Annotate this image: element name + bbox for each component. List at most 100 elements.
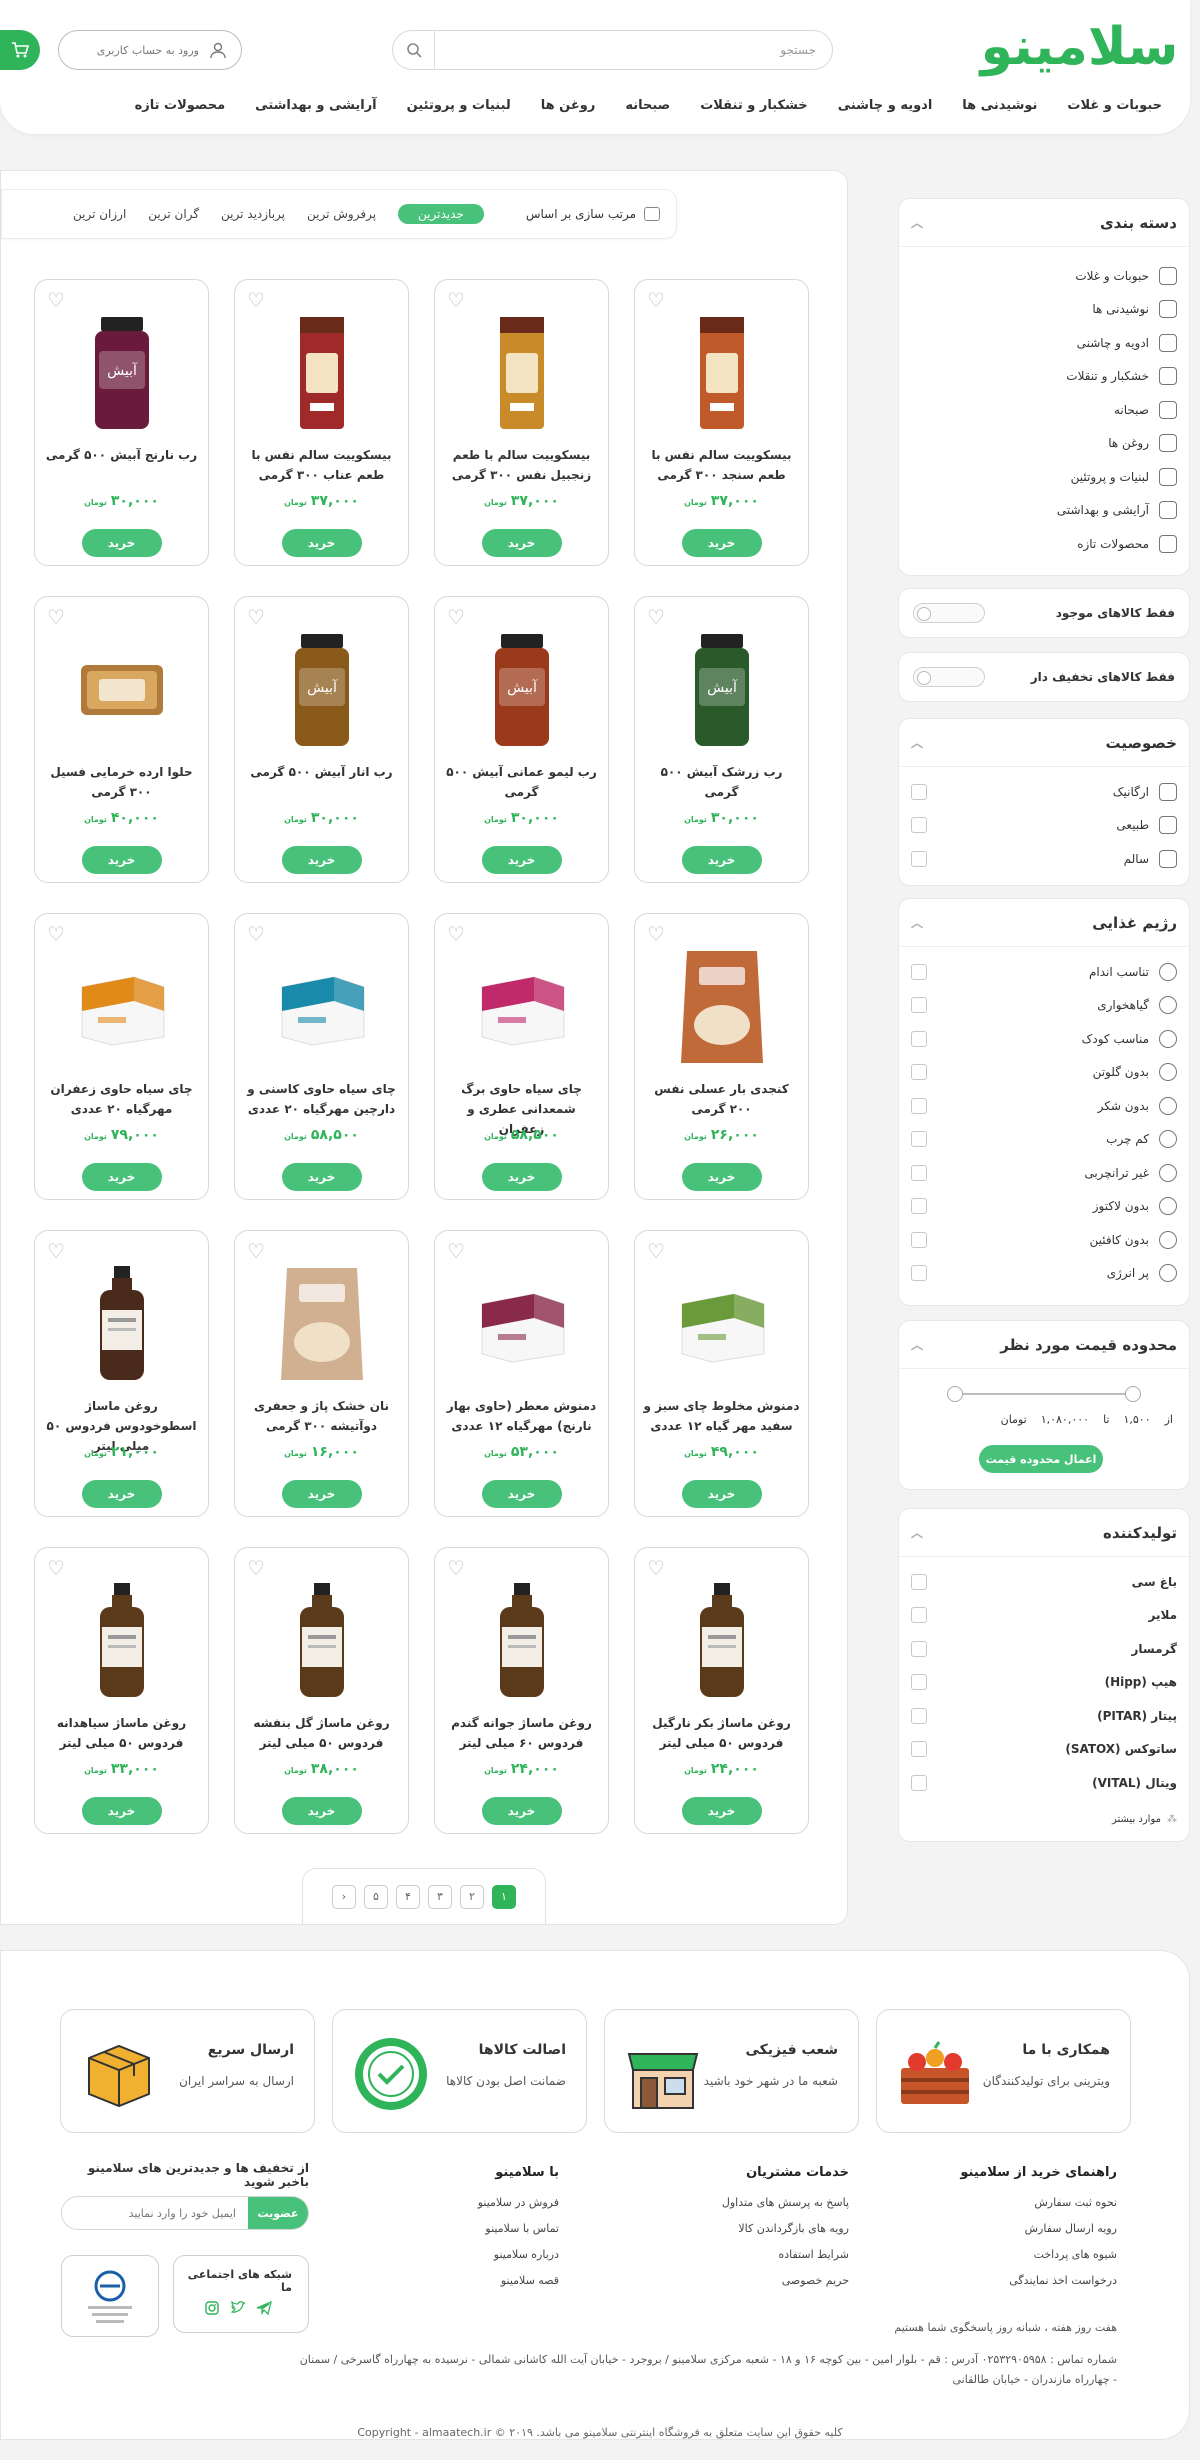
product-image-wrap[interactable]	[72, 944, 172, 1069]
category-item[interactable]: صبحانه	[899, 393, 1189, 427]
product-image-wrap[interactable]: آبیش	[72, 310, 172, 435]
category-item[interactable]: خشکبار و تنقلات	[899, 360, 1189, 394]
twitter-icon[interactable]	[230, 2300, 246, 2316]
product-card[interactable]: ♡ حلوا ارده خرمایی فسیل ۳۰۰ گرمی ۴۰,۰۰۰توم…	[34, 596, 209, 883]
footer-link[interactable]: شیوه های پرداخت	[937, 2242, 1117, 2268]
heart-icon[interactable]: ♡	[647, 922, 665, 946]
product-card[interactable]: ♡ روغن ماساژ جوانه گندم فردوس ۶۰ میلی لیت…	[434, 1547, 609, 1834]
checkbox[interactable]	[911, 1607, 927, 1624]
next-page-button[interactable]: ‹	[332, 1884, 356, 1909]
product-card[interactable]: ♡ روغن ماساژ سیاهدانه فردوس ۵۰ میلی لیتر ۳…	[34, 1547, 209, 1834]
product-name[interactable]: روغن ماساژ سیاهدانه فردوس ۵۰ میلی لیتر	[43, 1713, 200, 1753]
footer-link[interactable]: رویه ارسال سفارش	[937, 2216, 1117, 2242]
checkbox[interactable]	[911, 1131, 927, 1148]
page-button[interactable]: ۳	[428, 1884, 452, 1909]
footer-link[interactable]: قصه سلامینو	[379, 2268, 559, 2294]
product-image-wrap[interactable]	[272, 1578, 372, 1703]
product-card[interactable]: ♡ دمنوش معطر (حاوی بهار نارنج) مهرگیاه ۱۲…	[434, 1230, 609, 1517]
checkbox[interactable]	[911, 1030, 927, 1047]
heart-icon[interactable]: ♡	[447, 605, 465, 629]
producer-option[interactable]: هیپ (Hipp)	[899, 1666, 1189, 1700]
heart-icon[interactable]: ♡	[447, 1239, 465, 1263]
heart-icon[interactable]: ♡	[447, 288, 465, 312]
feature-partner[interactable]: همکاری با ما ویترینی برای تولیدکنندگان	[876, 2009, 1131, 2133]
sort-bestselling[interactable]: پرفروش ترین	[307, 207, 376, 221]
search-box[interactable]	[392, 30, 833, 70]
heart-icon[interactable]: ♡	[47, 922, 65, 946]
product-name[interactable]: رب انار آبیش ۵۰۰ گرمی	[243, 762, 400, 782]
buy-button[interactable]: خرید	[281, 1797, 362, 1825]
product-card[interactable]: ♡ روغن ماساژ گل بنفشه فردوس ۵۰ میلی لیتر ۳…	[234, 1547, 409, 1834]
buy-button[interactable]: خرید	[481, 1797, 562, 1825]
product-name[interactable]: روغن ماساژ گل بنفشه فردوس ۵۰ میلی لیتر	[243, 1713, 400, 1753]
product-name[interactable]: بیسکوییت سالم با طعم زنجبیل نفس ۳۰۰ گرمی	[443, 445, 600, 485]
product-image-wrap[interactable]	[272, 310, 372, 435]
product-image-wrap[interactable]	[72, 627, 172, 752]
buy-button[interactable]: خرید	[281, 846, 362, 874]
page-button[interactable]: ۲	[460, 1884, 484, 1909]
slider-handle-min[interactable]	[1125, 1386, 1141, 1402]
product-image-wrap[interactable]	[672, 1578, 772, 1703]
checkbox[interactable]	[911, 1164, 927, 1181]
heart-icon[interactable]: ♡	[647, 1556, 665, 1580]
search-input[interactable]	[466, 31, 816, 69]
filter-option[interactable]: غیر ترانچربی	[899, 1156, 1189, 1190]
product-card[interactable]: ♡ آبیش رب نارنج آبیش ۵۰۰ گرمی ۳۰,۰۰۰تومان خر…	[34, 279, 209, 566]
filter-option[interactable]: کم چرب	[899, 1123, 1189, 1157]
product-image-wrap[interactable]	[672, 1261, 772, 1386]
filter-option[interactable]: بدون شکر	[899, 1089, 1189, 1123]
search-button[interactable]	[393, 31, 435, 69]
chevron-up-icon[interactable]: ︿	[911, 914, 923, 931]
subscribe-button[interactable]: عضویت	[248, 2197, 308, 2229]
price-slider[interactable]	[947, 1386, 1141, 1402]
buy-button[interactable]: خرید	[481, 1163, 562, 1191]
buy-button[interactable]: خرید	[81, 1480, 162, 1508]
footer-link[interactable]: حریم خصوصی	[669, 2268, 849, 2294]
product-name[interactable]: رب نارنج آبیش ۵۰۰ گرمی	[43, 445, 200, 465]
product-image-wrap[interactable]	[72, 1578, 172, 1703]
filter-option[interactable]: مناسب کودک	[899, 1022, 1189, 1056]
sort-cheapest[interactable]: ارزان ترین	[73, 207, 126, 221]
product-card[interactable]: ♡ آبیش رب زرشک آبیش ۵۰۰ گرمی ۳۰,۰۰۰تومان خری…	[634, 596, 809, 883]
product-card[interactable]: ♡ چای سیاه حاوی کاسنی و دارچین مهرگیاه ۲۰…	[234, 913, 409, 1200]
checkbox[interactable]	[911, 1741, 927, 1758]
product-card[interactable]: ♡ چای سیاه حاوی زعفران مهرگیاه ۲۰ عددی ۷۹,…	[34, 913, 209, 1200]
more-producers-link[interactable]: ⁂ موارد بیشتر	[1112, 1814, 1177, 1825]
product-name[interactable]: رب زرشک آبیش ۵۰۰ گرمی	[643, 762, 800, 802]
heart-icon[interactable]: ♡	[647, 288, 665, 312]
product-card[interactable]: ♡ بیسکوییت سالم نفس با طعم سنجد ۳۰۰ گرمی ۳…	[634, 279, 809, 566]
product-card[interactable]: ♡ آبیش رب لیمو عمانی آبیش ۵۰۰ گرمی ۳۰,۰۰۰تو…	[434, 596, 609, 883]
buy-button[interactable]: خرید	[81, 1163, 162, 1191]
product-image-wrap[interactable]	[272, 1261, 372, 1386]
product-image-wrap[interactable]	[672, 310, 772, 435]
footer-link[interactable]: نحوه ثبت سفارش	[937, 2190, 1117, 2216]
heart-icon[interactable]: ♡	[47, 1556, 65, 1580]
heart-icon[interactable]: ♡	[647, 605, 665, 629]
product-name[interactable]: بیسکوییت سالم نفس با طعم عناب ۳۰۰ گرمی	[243, 445, 400, 485]
checkbox[interactable]	[911, 817, 927, 834]
heart-icon[interactable]: ♡	[447, 1556, 465, 1580]
feature-shipping[interactable]: ارسال سریع ارسال به سراسر ایران	[60, 2009, 315, 2133]
heart-icon[interactable]: ♡	[247, 1556, 265, 1580]
product-card[interactable]: ♡ آبیش رب انار آبیش ۵۰۰ گرمی ۳۰,۰۰۰تومان خری…	[234, 596, 409, 883]
filter-option[interactable]: سالم	[899, 842, 1189, 876]
product-name[interactable]: روغن ماساژ بکر نارگیل فردوس ۵۰ میلی لیتر	[643, 1713, 800, 1753]
nav-item[interactable]: حبوبات و غلات	[1067, 98, 1162, 113]
product-card[interactable]: ♡ نان خشک پاژ و جعفری دوآتیشه ۳۰۰ گرمی ۱۶,…	[234, 1230, 409, 1517]
checkbox[interactable]	[911, 1707, 927, 1724]
heart-icon[interactable]: ♡	[47, 288, 65, 312]
sort-newest[interactable]: جدیدترین	[398, 204, 484, 224]
slider-handle-max[interactable]	[947, 1386, 963, 1402]
product-card[interactable]: ♡ کنجدی بار عسلی نفس ۲۰۰ گرمی ۲۶,۰۰۰تومان خ…	[634, 913, 809, 1200]
filter-option[interactable]: گیاهخواری	[899, 989, 1189, 1023]
chevron-up-icon[interactable]: ︿	[911, 214, 923, 231]
filter-option[interactable]: بدون لاکتوز	[899, 1190, 1189, 1224]
nav-item[interactable]: آرایشی و بهداشتی	[255, 98, 376, 113]
sort-expensive[interactable]: گران ترین	[148, 207, 199, 221]
checkbox[interactable]	[911, 1573, 927, 1590]
product-name[interactable]: نان خشک پاژ و جعفری دوآتیشه ۳۰۰ گرمی	[243, 1396, 400, 1436]
product-card[interactable]: ♡ روغن ماساژ بکر نارگیل فردوس ۵۰ میلی لیت…	[634, 1547, 809, 1834]
enamad-badge[interactable]	[61, 2255, 159, 2337]
footer-link[interactable]: پاسخ به پرسش های متداول	[669, 2190, 849, 2216]
heart-icon[interactable]: ♡	[247, 1239, 265, 1263]
